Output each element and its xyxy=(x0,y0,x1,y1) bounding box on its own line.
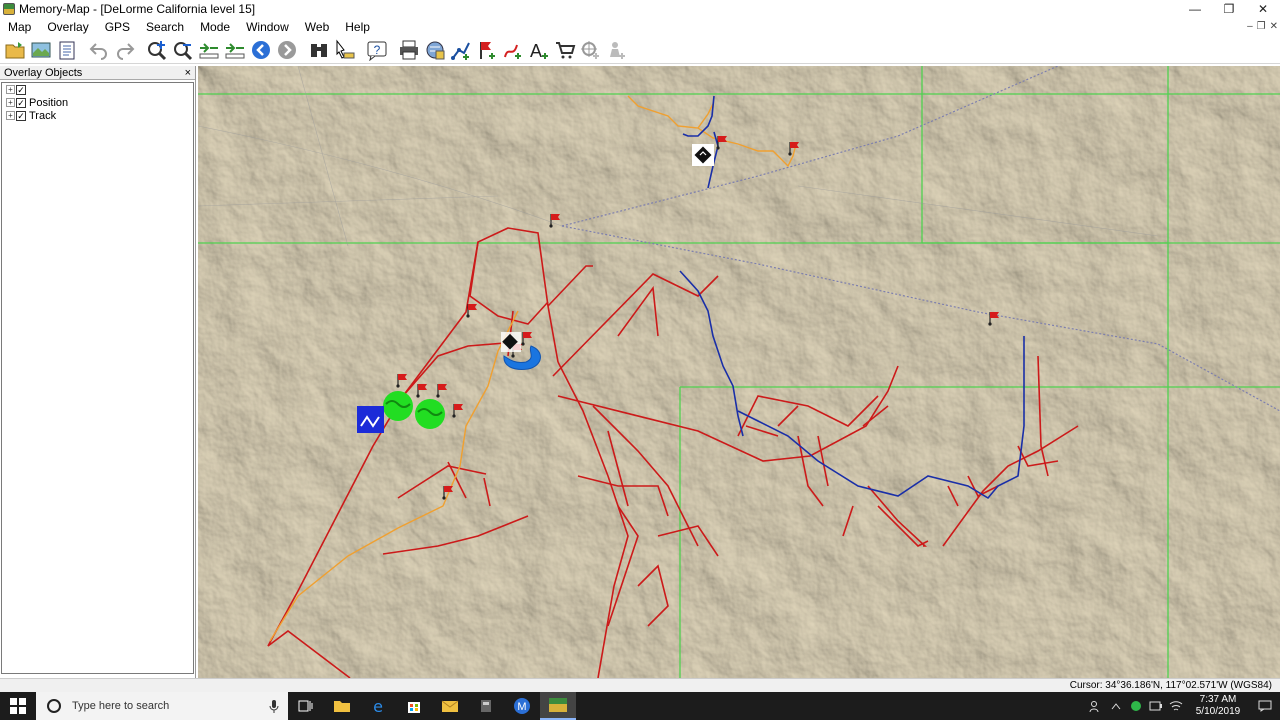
menu-search[interactable]: Search xyxy=(138,18,192,36)
expand-icon[interactable]: + xyxy=(6,98,15,107)
overlay-objects-panel: Overlay Objects × + ✓ + ✓ Position + ✓ T… xyxy=(0,66,196,678)
new-text-icon[interactable]: A xyxy=(526,37,552,63)
svg-text:M: M xyxy=(517,701,526,713)
mdi-close-button[interactable]: ✕ xyxy=(1270,18,1278,36)
mdi-minimize-button[interactable]: – xyxy=(1247,18,1253,36)
map-view[interactable] xyxy=(198,66,1280,678)
svg-text:e: e xyxy=(373,698,383,714)
search-placeholder: Type here to search xyxy=(72,700,170,712)
scale-down-icon[interactable] xyxy=(222,37,248,63)
memory-map-window-icon[interactable] xyxy=(540,692,576,720)
checkbox-icon[interactable]: ✓ xyxy=(16,110,26,121)
mdi-restore-button[interactable]: ❐ xyxy=(1257,18,1266,36)
menu-web[interactable]: Web xyxy=(297,18,337,36)
window-title: Memory-Map - [DeLorme California level 1… xyxy=(19,2,256,16)
minimize-button[interactable]: — xyxy=(1178,0,1212,18)
terrain-relief xyxy=(198,66,1280,678)
blue-square-symbol xyxy=(357,406,384,433)
menu-bar: Map Overlay GPS Search Mode Window Web H… xyxy=(0,18,1280,36)
store-icon[interactable] xyxy=(396,692,432,720)
zoom-in-icon[interactable] xyxy=(144,37,170,63)
tree-item-label: Track xyxy=(29,109,57,122)
taskbar-search-box[interactable]: Type here to search xyxy=(36,692,288,720)
memory-map-taskbar-icon[interactable]: M xyxy=(504,692,540,720)
clock-date: 5/10/2019 xyxy=(1195,706,1241,717)
system-clock[interactable]: 7:37 AM 5/10/2019 xyxy=(1186,694,1250,718)
panel-close-button[interactable]: × xyxy=(185,67,191,79)
map-icon[interactable] xyxy=(28,37,54,63)
binoculars-icon[interactable] xyxy=(306,37,332,63)
undo-icon[interactable] xyxy=(86,37,112,63)
cursor-coordinates: Cursor: 34°36.186'N, 117°02.571'W (WGS84… xyxy=(1069,680,1272,691)
redo-icon[interactable] xyxy=(112,37,138,63)
system-tray: 7:37 AM 5/10/2019 xyxy=(1086,692,1280,720)
start-button[interactable] xyxy=(0,692,36,720)
panel-title: Overlay Objects xyxy=(4,66,83,79)
open-folder-icon[interactable] xyxy=(2,37,28,63)
windows-logo-icon xyxy=(10,698,26,714)
wifi-icon[interactable] xyxy=(1166,692,1186,720)
checkbox-icon[interactable]: ✓ xyxy=(16,97,26,108)
app-window: Memory-Map - [DeLorme California level 1… xyxy=(0,0,1280,720)
zoom-out-icon[interactable] xyxy=(170,37,196,63)
menu-overlay[interactable]: Overlay xyxy=(39,18,96,36)
tree-item-root[interactable]: + ✓ xyxy=(2,83,193,96)
print-icon[interactable] xyxy=(396,37,422,63)
battery-icon[interactable] xyxy=(1146,692,1166,720)
svg-text:?: ? xyxy=(374,43,381,57)
scale-up-icon[interactable] xyxy=(196,37,222,63)
edge-icon[interactable]: e xyxy=(360,692,396,720)
properties-icon[interactable] xyxy=(54,37,80,63)
checkbox-icon[interactable]: ✓ xyxy=(16,84,26,95)
gps-icon[interactable] xyxy=(422,37,448,63)
shop-icon[interactable] xyxy=(552,37,578,63)
edit-pointer-icon[interactable] xyxy=(332,37,358,63)
new-track-icon[interactable] xyxy=(500,37,526,63)
menu-mode[interactable]: Mode xyxy=(192,18,238,36)
windows-taskbar: Type here to search e M 7:37 AM 5/10/201… xyxy=(0,692,1280,720)
forward-icon[interactable] xyxy=(274,37,300,63)
task-view-icon[interactable] xyxy=(288,692,324,720)
menu-help[interactable]: Help xyxy=(337,18,378,36)
person-icon[interactable] xyxy=(604,37,630,63)
back-icon[interactable] xyxy=(248,37,274,63)
clock-time: 7:37 AM xyxy=(1199,694,1237,705)
expand-icon[interactable]: + xyxy=(6,85,15,94)
title-bar: Memory-Map - [DeLorme California level 1… xyxy=(0,0,1280,18)
tree-item-track[interactable]: + ✓ Track xyxy=(2,109,193,122)
restore-button[interactable]: ❐ xyxy=(1212,0,1246,18)
people-icon[interactable] xyxy=(1086,692,1106,720)
help-icon[interactable]: ? xyxy=(364,37,390,63)
tree-item-position[interactable]: + ✓ Position xyxy=(2,96,193,109)
status-bar: Cursor: 34°36.186'N, 117°02.571'W (WGS84… xyxy=(0,678,1280,692)
microphone-icon[interactable] xyxy=(268,699,280,713)
new-route-icon[interactable] xyxy=(448,37,474,63)
new-mark-icon[interactable] xyxy=(474,37,500,63)
notification-center-icon[interactable] xyxy=(1250,692,1280,720)
menu-map[interactable]: Map xyxy=(0,18,39,36)
app-status-icon[interactable] xyxy=(1126,692,1146,720)
memory-map-app-icon xyxy=(3,3,15,15)
overlay-tree: + ✓ + ✓ Position + ✓ Track xyxy=(1,82,194,674)
close-button[interactable]: ✕ xyxy=(1246,0,1280,18)
cortana-circle-icon xyxy=(47,699,61,713)
chevron-up-icon[interactable] xyxy=(1106,692,1126,720)
menu-window[interactable]: Window xyxy=(238,18,297,36)
mail-icon[interactable] xyxy=(432,692,468,720)
expand-icon[interactable]: + xyxy=(6,111,15,120)
panel-header: Overlay Objects × xyxy=(0,66,195,80)
file-explorer-icon[interactable] xyxy=(324,692,360,720)
toolbar: ? A xyxy=(0,36,1280,64)
position-icon[interactable] xyxy=(578,37,604,63)
menu-gps[interactable]: GPS xyxy=(97,18,138,36)
svg-text:A: A xyxy=(530,41,542,61)
tree-item-label: Position xyxy=(29,96,69,109)
calculator-icon[interactable] xyxy=(468,692,504,720)
